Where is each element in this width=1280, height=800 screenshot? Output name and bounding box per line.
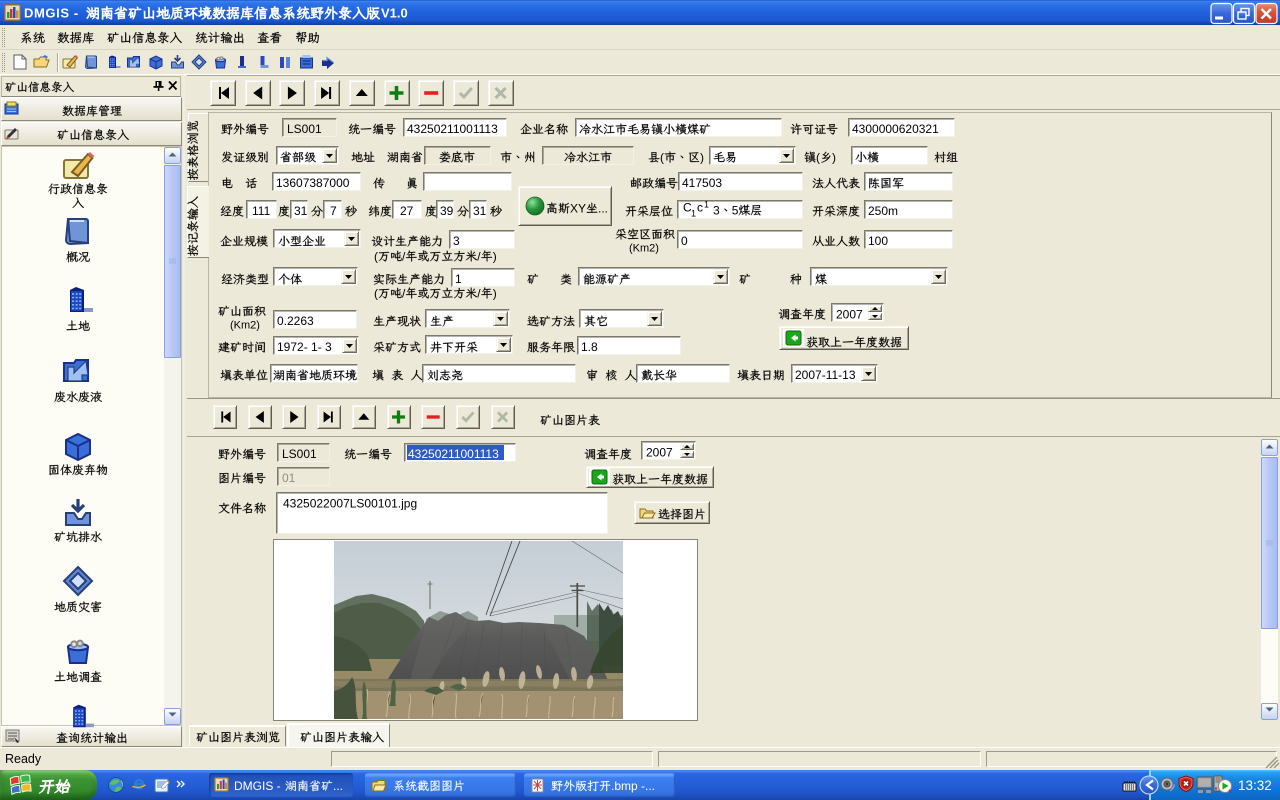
svg-text:...: ... [333,779,343,793]
svg-text:/: / [402,249,406,263]
svg-text:0.2263: 0.2263 [277,314,314,328]
svg-text:27: 27 [400,204,414,218]
svg-text:250m: 250m [868,204,898,218]
svg-text:LS001: LS001 [282,447,317,461]
svg-text:3: 3 [453,234,460,248]
svg-text:): ) [493,286,497,300]
svg-text:2007: 2007 [646,445,673,459]
svg-text:417503: 417503 [682,176,722,190]
svg-text:(: ( [816,150,820,164]
svg-text:1: 1 [455,272,462,286]
svg-text:13607387000: 13607387000 [276,176,350,190]
svg-text:4325022007LS00101.jpg: 4325022007LS00101.jpg [283,496,417,510]
svg-text:.bmp -...: .bmp -... [611,779,655,793]
svg-text:1: 1 [691,208,696,218]
svg-text:): ) [700,150,704,164]
svg-text:1.8: 1.8 [581,340,598,354]
svg-text:/: / [402,286,406,300]
svg-text:...: ... [598,201,608,215]
svg-text:100: 100 [868,234,888,248]
svg-text:c: c [697,200,703,214]
svg-text:7: 7 [330,204,337,218]
svg-text:3: 3 [713,203,720,217]
svg-text:5: 5 [732,203,739,217]
svg-text:43250211001113: 43250211001113 [407,122,498,136]
svg-text:31: 31 [473,204,487,218]
svg-text:): ) [493,249,497,263]
svg-text:/: / [477,249,481,263]
svg-text:13:32: 13:32 [1238,778,1272,793]
svg-text:(: ( [660,150,664,164]
svg-text:43250211001113: 43250211001113 [408,447,499,461]
svg-text:111: 111 [252,204,271,218]
svg-text:01: 01 [282,471,296,485]
svg-text:(: ( [374,286,378,300]
svg-text:DMGIS -: DMGIS - [24,6,79,21]
svg-text:V1.0: V1.0 [381,6,408,21]
svg-text:(Km2): (Km2) [230,319,260,331]
svg-text:Ready: Ready [5,752,42,766]
svg-text:2007: 2007 [836,307,863,321]
svg-text:0: 0 [681,234,688,248]
svg-text:LS001: LS001 [287,122,322,136]
svg-text:1: 1 [704,199,709,209]
svg-text:4300000620321: 4300000620321 [852,122,939,136]
svg-text:/: / [477,286,481,300]
svg-text:1972- 1- 3: 1972- 1- 3 [277,340,332,354]
svg-text:): ) [832,150,836,164]
svg-text:DMGIS -: DMGIS - [234,779,281,793]
svg-text:2007-11-13: 2007-11-13 [795,368,856,382]
svg-text:XY: XY [570,201,586,215]
svg-text:39: 39 [440,204,454,218]
svg-text:(: ( [374,249,378,263]
svg-text:(Km2): (Km2) [629,242,659,254]
svg-text:31: 31 [294,204,308,218]
